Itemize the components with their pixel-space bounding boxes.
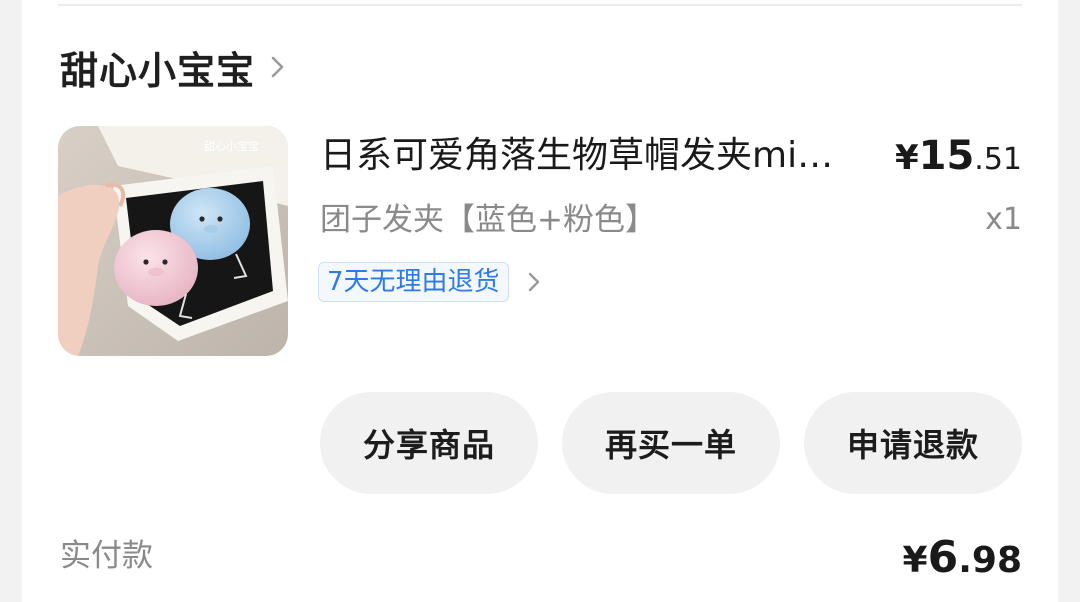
chevron-right-icon: [269, 53, 287, 81]
product-image[interactable]: 甜心小宝宝: [58, 126, 288, 356]
image-watermark: 甜心小宝宝: [204, 139, 259, 153]
order-card: 甜心小宝宝 甜心小宝宝 日系可爱角落生物草帽发夹mi… ¥15.51 团子发夹【…: [22, 0, 1058, 602]
product-title[interactable]: 日系可爱角落生物草帽发夹mi…: [320, 128, 880, 184]
request-refund-button[interactable]: 申请退款: [804, 392, 1022, 494]
shop-name: 甜心小宝宝: [60, 48, 256, 93]
share-product-button[interactable]: 分享商品: [320, 392, 538, 494]
paid-integer: 6: [927, 532, 959, 583]
shop-link[interactable]: 甜心小宝宝: [60, 40, 287, 94]
product-quantity: x1: [985, 202, 1022, 237]
return-policy-badge: 7天无理由退货: [318, 262, 509, 302]
divider: [58, 4, 1022, 6]
amount-paid-value: ¥6.98: [903, 530, 1022, 595]
paid-decimal: .98: [958, 540, 1022, 581]
product-price: ¥15.51: [895, 128, 1022, 192]
amount-paid-label: 实付款: [60, 538, 153, 574]
chevron-right-icon: [527, 270, 541, 294]
price-decimal: .51: [974, 142, 1022, 177]
paid-symbol: ¥: [902, 540, 928, 581]
price-integer: 15: [918, 133, 975, 179]
product-variant: 团子发夹【蓝色+粉色】: [320, 202, 656, 238]
buy-again-button[interactable]: 再买一单: [562, 392, 780, 494]
return-policy-link[interactable]: 7天无理由退货: [318, 262, 541, 302]
price-symbol: ¥: [894, 138, 919, 178]
